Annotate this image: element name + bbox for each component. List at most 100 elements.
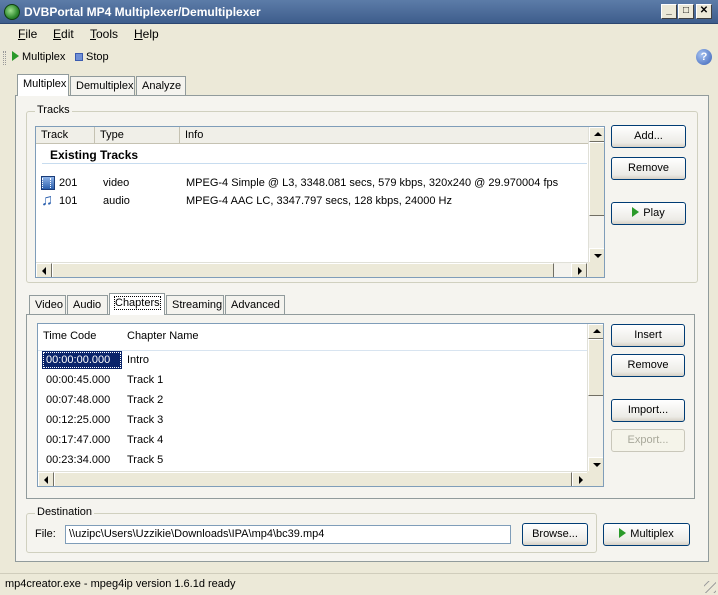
play-icon: [12, 51, 19, 61]
export-chapters-button[interactable]: Export...: [611, 429, 685, 452]
column-type[interactable]: Type: [95, 127, 180, 144]
group-divider: [42, 163, 587, 164]
scroll-left-icon: [42, 267, 46, 275]
tab-advanced[interactable]: Advanced: [225, 295, 285, 315]
chapter-time: 00:00:45.000: [46, 374, 111, 386]
tracks-vertical-scrollbar[interactable]: [588, 127, 604, 263]
audio-track-icon: ♫: [41, 192, 53, 209]
remove-chapter-button[interactable]: Remove: [611, 354, 685, 377]
tab-multiplex[interactable]: Multiplex: [17, 74, 69, 96]
tab-chapters[interactable]: Chapters: [109, 293, 165, 315]
import-chapters-button[interactable]: Import...: [611, 399, 685, 422]
destination-group: Destination File: \\uzipc\Users\Uzzikie\…: [26, 506, 597, 553]
tab-analyze[interactable]: Analyze: [136, 76, 186, 96]
tracks-group-label: Tracks: [35, 104, 72, 116]
destination-group-label: Destination: [35, 506, 95, 518]
menu-tools[interactable]: Tools: [90, 27, 118, 41]
chapter-name: Track 2: [127, 394, 164, 406]
track-id: 201: [59, 177, 78, 189]
tracks-list-header: Track Type Info: [36, 127, 589, 144]
scroll-thumb[interactable]: [54, 472, 572, 486]
chapters-list[interactable]: Time Code Chapter Name 00:00:00.000 Intr…: [37, 323, 604, 487]
add-track-button[interactable]: Add...: [611, 125, 686, 148]
tracks-horizontal-scrollbar[interactable]: [36, 262, 588, 277]
chapter-time: 00:23:34.000: [46, 454, 111, 466]
chapters-list-header: Time Code Chapter Name: [38, 324, 588, 351]
maximize-button[interactable]: □: [678, 4, 694, 19]
tab-demultiplex[interactable]: Demultiplex: [70, 76, 135, 96]
help-icon[interactable]: ?: [696, 49, 712, 65]
menu-bar: File Edit Tools Help: [0, 24, 718, 46]
scroll-right-arrow[interactable]: [572, 472, 588, 486]
chapter-name: Track 4: [127, 434, 164, 446]
scroll-down-arrow[interactable]: [588, 457, 603, 472]
chapter-name: Track 3: [127, 414, 164, 426]
stop-icon: [75, 53, 83, 61]
toolbar-multiplex-button[interactable]: Multiplex: [12, 51, 65, 67]
tracks-group: Tracks Track Type Info Existing Tracks 2…: [26, 104, 698, 283]
chapters-panel: Time Code Chapter Name 00:00:00.000 Intr…: [26, 314, 695, 499]
close-button[interactable]: ✕: [696, 4, 712, 19]
chapter-row[interactable]: 00:00:45.000 Track 1: [42, 371, 588, 390]
scroll-up-icon: [594, 132, 602, 136]
chapter-name: Track 1: [127, 374, 164, 386]
tracks-list[interactable]: Track Type Info Existing Tracks 201 vide…: [35, 126, 605, 278]
browse-button[interactable]: Browse...: [522, 523, 588, 546]
tab-demultiplex-label: Demultiplex: [76, 80, 134, 92]
destination-file-field[interactable]: \\uzipc\Users\Uzzikie\Downloads\IPA\mp4\…: [65, 525, 511, 544]
chapters-vertical-scrollbar[interactable]: [587, 324, 603, 472]
tab-video[interactable]: Video: [29, 295, 66, 315]
scroll-up-arrow[interactable]: [588, 324, 603, 339]
minimize-button[interactable]: _: [661, 4, 677, 19]
insert-chapter-button[interactable]: Insert: [611, 324, 685, 347]
scroll-left-icon: [44, 476, 48, 484]
menu-edit-mnemonic: E: [53, 27, 62, 41]
scroll-up-arrow[interactable]: [589, 127, 604, 142]
menu-help[interactable]: Help: [134, 27, 159, 41]
scroll-thumb[interactable]: [588, 339, 603, 396]
scrollbar-corner: [587, 471, 603, 486]
scroll-down-icon: [593, 463, 601, 467]
chapter-row[interactable]: 00:07:48.000 Track 2: [42, 391, 588, 410]
remove-track-button[interactable]: Remove: [611, 157, 686, 180]
toolbar-stop-button[interactable]: Stop: [75, 51, 109, 67]
scroll-thumb[interactable]: [52, 263, 554, 277]
scroll-down-arrow[interactable]: [589, 248, 604, 263]
scroll-left-arrow[interactable]: [38, 472, 54, 486]
video-track-icon: [41, 176, 55, 190]
scroll-down-icon: [594, 254, 602, 258]
chapter-time: 00:00:00.000: [42, 351, 122, 369]
play-track-button[interactable]: Play: [611, 202, 686, 225]
multiplex-button-label: Multiplex: [630, 528, 674, 540]
menu-edit-label: dit: [61, 27, 74, 41]
column-info[interactable]: Info: [180, 127, 589, 144]
chapters-horizontal-scrollbar[interactable]: [38, 471, 588, 486]
tab-streaming[interactable]: Streaming: [166, 295, 224, 315]
toolbar-grip[interactable]: [3, 51, 6, 65]
column-time-code[interactable]: Time Code: [38, 328, 122, 345]
tab-audio[interactable]: Audio: [67, 295, 108, 315]
multiplex-button[interactable]: Multiplex: [603, 523, 690, 546]
menu-edit[interactable]: Edit: [53, 27, 74, 41]
chapter-row[interactable]: 00:12:25.000 Track 3: [42, 411, 588, 430]
track-row[interactable]: 201 video MPEG-4 Simple @ L3, 3348.081 s…: [40, 175, 588, 192]
chapter-time: 00:12:25.000: [46, 414, 111, 426]
chapter-row[interactable]: 00:17:47.000 Track 4: [42, 431, 588, 450]
column-track[interactable]: Track: [36, 127, 95, 144]
chapter-row[interactable]: 00:23:34.000 Track 5: [42, 451, 588, 470]
resize-grip[interactable]: [704, 581, 716, 593]
track-row[interactable]: ♫ 101 audio MPEG-4 AAC LC, 3347.797 secs…: [40, 193, 588, 210]
scroll-thumb[interactable]: [589, 142, 604, 216]
scroll-left-arrow[interactable]: [36, 263, 52, 277]
file-label: File:: [35, 528, 56, 540]
menu-file[interactable]: File: [18, 27, 37, 41]
chapter-name: Track 5: [127, 454, 164, 466]
scroll-up-icon: [593, 329, 601, 333]
track-type: audio: [103, 195, 130, 207]
scroll-right-icon: [579, 476, 583, 484]
column-chapter-name[interactable]: Chapter Name: [122, 328, 422, 345]
chapter-row[interactable]: 00:00:00.000 Intro: [42, 351, 588, 370]
menu-help-mnemonic: H: [134, 27, 143, 41]
window-title: DVBPortal MP4 Multiplexer/Demultiplexer: [24, 5, 261, 19]
scroll-right-arrow[interactable]: [571, 263, 587, 277]
